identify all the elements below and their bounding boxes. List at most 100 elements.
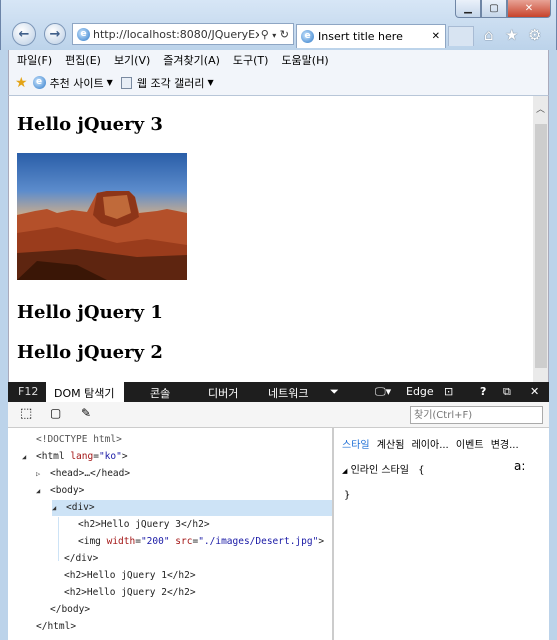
gear-icon[interactable]: ⚙	[528, 26, 541, 44]
tab-console[interactable]: 콘솔	[150, 385, 170, 401]
chevron-down-icon[interactable]: ▼	[107, 78, 113, 87]
favorites-icon[interactable]: ★	[505, 26, 518, 44]
address-bar[interactable]: e http://localhost:8080/JQueryEx ⚲ ▾ ↻	[72, 23, 294, 45]
undock-icon[interactable]: ⧉	[503, 385, 511, 399]
tab-network[interactable]: 네트워크	[268, 385, 308, 401]
dom-search-input[interactable]	[410, 406, 543, 424]
tab-computed[interactable]: 계산됨	[377, 440, 405, 450]
page-icon: e	[77, 27, 90, 41]
dom-token: >	[318, 536, 325, 547]
tab-page-icon: e	[301, 30, 314, 43]
dom-node-line[interactable]: ◢ <body>	[8, 483, 332, 499]
open-brace: {	[418, 465, 425, 476]
forward-button[interactable]: →	[44, 23, 66, 45]
dom-token: <img	[78, 536, 107, 547]
dom-token: </html>	[36, 621, 77, 632]
tab-dom-explorer[interactable]: DOM 탐색기	[54, 385, 114, 401]
web-slice-gallery-link[interactable]: 웹 조각 갤러리	[137, 75, 205, 91]
expand-arrow-icon[interactable]: ◢	[36, 483, 50, 499]
new-tab-button[interactable]	[448, 26, 474, 46]
favorites-star-icon[interactable]: ★	[15, 75, 28, 91]
dom-node-line[interactable]: <h2>Hello jQuery 2</h2>	[8, 585, 332, 601]
close-brace: }	[344, 490, 351, 501]
devtools-tabbar: F12 DOM 탐색기 콘솔 디버거 네트워크 ⏷ 🖵▾ Edge ⊡ ? ⧉ …	[8, 382, 549, 402]
document-mode[interactable]: Edge	[406, 385, 434, 398]
select-element-icon[interactable]: ⬚	[20, 406, 32, 421]
dom-token: <body>	[50, 485, 85, 496]
styles-panel: 스타일 계산됨 레이아... 이벤트 변경... ◢ 인라인 스타일 { a: …	[332, 428, 549, 640]
suggested-sites-link[interactable]: 추천 사이트	[50, 75, 104, 91]
dom-node-line[interactable]: </html>	[8, 619, 332, 635]
menu-help[interactable]: 도움말(H)	[281, 52, 328, 68]
dom-token: </div>	[64, 553, 99, 564]
help-icon[interactable]: ?	[480, 385, 486, 398]
dom-token: </body>	[50, 604, 91, 615]
menu-favorites[interactable]: 즐겨찾기(A)	[163, 52, 220, 68]
dom-token: "./images/Desert.jpg"	[198, 536, 319, 547]
home-icon[interactable]: ⌂	[484, 26, 494, 44]
font-icon[interactable]: a:	[514, 459, 525, 473]
dom-token: <!DOCTYPE html>	[36, 434, 122, 445]
dom-node-line[interactable]: </div>	[8, 551, 332, 567]
close-button[interactable]: ✕	[507, 0, 551, 18]
address-controls: ⚲ ▾ ↻	[258, 27, 289, 41]
dom-token: width	[106, 536, 136, 547]
dropdown-icon[interactable]: ▾	[272, 31, 276, 40]
browser-tab[interactable]: e Insert title here ✕	[296, 24, 446, 48]
chevron-down-icon[interactable]: ▼	[208, 78, 214, 87]
dom-node-line[interactable]: <!DOCTYPE html>	[8, 432, 332, 448]
heading-3: Hello jQuery 2	[17, 342, 163, 363]
dom-token: <h2>Hello jQuery 2</h2>	[64, 587, 196, 598]
dom-node-line[interactable]: <img width="200" src="./images/Desert.jp…	[8, 534, 332, 550]
dom-token: <div>	[66, 502, 95, 513]
console-toggle-icon[interactable]: ⊡	[444, 385, 453, 398]
minimize-button[interactable]: ▁	[455, 0, 481, 18]
collapse-icon[interactable]: ◢	[342, 467, 347, 475]
dom-node-line[interactable]: <h2>Hello jQuery 1</h2>	[8, 568, 332, 584]
tree-guide	[58, 517, 59, 561]
expand-arrow-icon[interactable]: ◢	[22, 449, 36, 465]
page-viewport: Hello jQuery 3 Hello jQuery 1 Hello jQue…	[8, 96, 533, 382]
menu-tools[interactable]: 도구(T)	[233, 52, 269, 68]
dom-token: "200"	[140, 536, 170, 547]
tab-debugger[interactable]: 디버거	[208, 385, 238, 401]
forward-arrow-icon: →	[49, 26, 61, 42]
tab-close-icon[interactable]: ✕	[432, 31, 440, 42]
dom-node-line[interactable]: <h2>Hello jQuery 3</h2>	[8, 517, 332, 533]
dom-node-line[interactable]: ◢ <html lang="ko">	[8, 449, 332, 465]
styles-tabs: 스타일 계산됨 레이아... 이벤트 변경...	[342, 436, 547, 450]
dom-token: <html	[36, 451, 71, 462]
scroll-thumb[interactable]	[535, 124, 547, 368]
highlight-icon[interactable]: ▢	[50, 406, 61, 420]
more-tools-icon[interactable]: ⏷	[330, 385, 339, 399]
search-icon[interactable]: ⚲	[261, 28, 269, 41]
tab-styles[interactable]: 스타일	[342, 440, 370, 450]
dom-node-line[interactable]: ◢ <div>	[52, 500, 332, 516]
menu-view[interactable]: 보기(V)	[114, 52, 150, 68]
dom-token: <h2>Hello jQuery 3</h2>	[78, 519, 210, 530]
expand-arrow-icon[interactable]: ▷	[36, 466, 50, 482]
dom-tree-panel: <!DOCTYPE html> ◢ <html lang="ko"> ▷ <head>……	[8, 428, 332, 640]
tab-events[interactable]: 이벤트	[456, 440, 484, 450]
menu-file[interactable]: 파일(F)	[17, 52, 52, 68]
suggested-sites-icon: e	[32, 76, 46, 89]
expand-arrow-icon[interactable]: ◢	[52, 500, 66, 516]
dom-node-line[interactable]: </body>	[8, 602, 332, 618]
inline-style-label: 인라인 스타일	[350, 465, 409, 476]
heading-1: Hello jQuery 3	[17, 114, 163, 135]
web-slice-icon	[120, 76, 132, 89]
back-button[interactable]: ←	[12, 22, 36, 46]
menu-edit[interactable]: 편집(E)	[65, 52, 101, 68]
emulation-icon[interactable]: 🖵▾	[375, 385, 391, 399]
dom-node-line[interactable]: ▷ <head>…</head>	[8, 466, 332, 482]
scroll-up-icon[interactable]: ︿	[536, 102, 545, 115]
tab-layout[interactable]: 레이아...	[412, 440, 449, 450]
dom-token: >	[121, 451, 128, 462]
color-picker-icon[interactable]: ✎	[81, 406, 91, 420]
dom-token: <head>…</head>	[50, 468, 131, 479]
refresh-icon[interactable]: ↻	[280, 28, 289, 41]
maximize-button[interactable]: ▢	[481, 0, 507, 18]
dom-token: lang	[70, 451, 94, 462]
devtools-close-icon[interactable]: ✕	[530, 385, 539, 398]
tab-changes[interactable]: 변경...	[491, 440, 519, 450]
